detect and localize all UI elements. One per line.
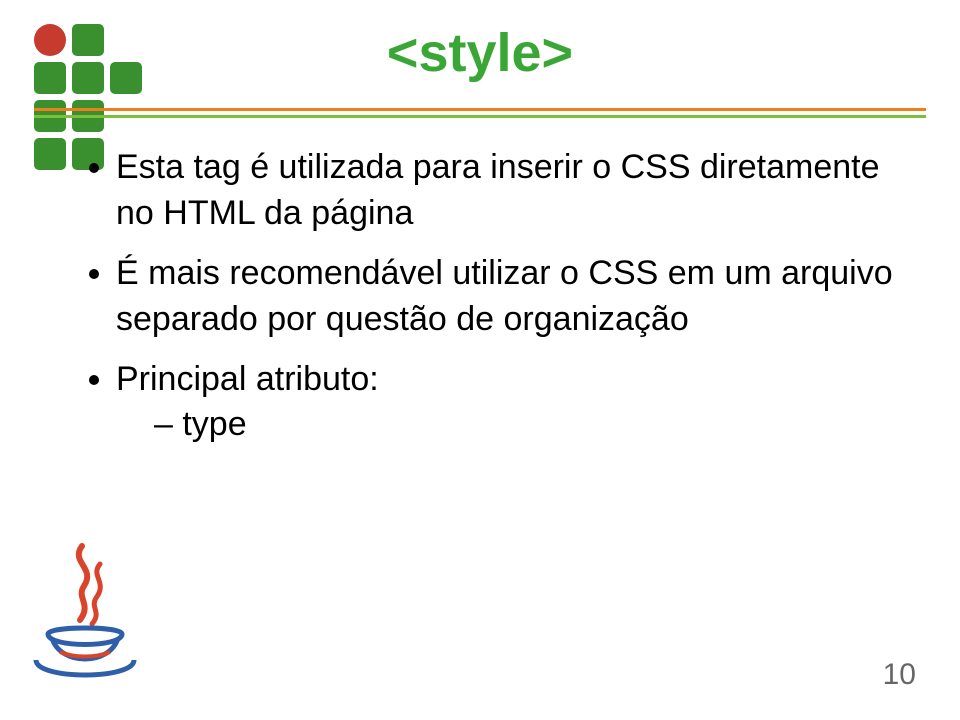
slide-title: <style> <box>0 22 960 84</box>
slide: <style> Esta tag é utilizada para inseri… <box>0 0 960 720</box>
divider-top <box>34 108 926 111</box>
bullet-item: Principal atributo: type <box>116 357 900 449</box>
slide-body: Esta tag é utilizada para inserir o CSS … <box>86 145 900 462</box>
bullet-text: Principal atributo: <box>116 360 379 398</box>
java-cup-icon <box>30 538 140 688</box>
page-number: 10 <box>883 658 916 692</box>
bullet-item: É mais recomendável utilizar o CSS em um… <box>116 251 900 343</box>
sub-bullet-item: type <box>154 402 900 448</box>
bullet-item: Esta tag é utilizada para inserir o CSS … <box>116 145 900 237</box>
divider-bottom <box>34 115 926 118</box>
